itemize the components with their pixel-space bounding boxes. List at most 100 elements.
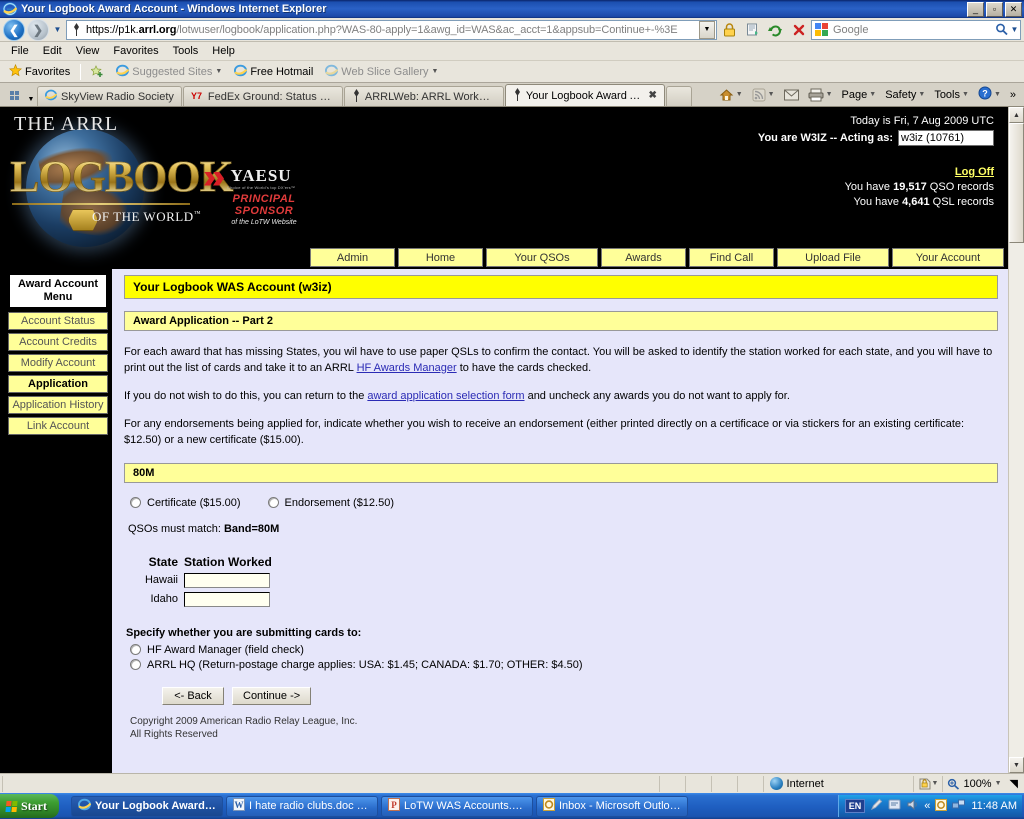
menu-help[interactable]: Help — [205, 44, 242, 58]
network-icon[interactable] — [952, 799, 966, 814]
browser-tab-arrlweb[interactable]: ARRLWeb: ARRL Worked All ... — [343, 86, 504, 106]
hf-award-manager-radio[interactable] — [130, 644, 141, 656]
show-hidden-icons-icon[interactable]: « — [924, 800, 930, 812]
command-bar-overflow-button[interactable]: » — [1006, 88, 1020, 102]
endorsement-radio[interactable] — [267, 497, 279, 509]
tools-menu-button[interactable]: Tools ▼ — [930, 88, 973, 102]
sidebar-item-link-account[interactable]: Link Account — [8, 417, 108, 436]
sidebar-item-modify-account[interactable]: Modify Account — [8, 354, 108, 373]
chevron-down-icon[interactable]: ▼ — [869, 91, 876, 98]
page-vertical-scrollbar[interactable]: ▲ ▼ — [1008, 107, 1024, 773]
taskbar-item-outlook[interactable]: Inbox - Microsoft Outlook — [536, 795, 688, 817]
acting-as-input[interactable]: w3iz (10761) — [898, 130, 994, 146]
chevron-down-icon[interactable]: ▼ — [994, 91, 1001, 98]
tab-list-dropdown-icon[interactable]: ▼ — [25, 96, 37, 103]
browser-tab-skyview[interactable]: SkyView Radio Society — [37, 86, 182, 106]
back-button[interactable]: ❮ — [3, 18, 25, 41]
nav-your-qsos[interactable]: Your QSOs — [486, 248, 598, 267]
page-menu-button[interactable]: Page ▼ — [838, 88, 881, 102]
language-indicator[interactable]: EN — [844, 799, 866, 813]
start-button[interactable]: Start — [0, 794, 59, 818]
continue-button[interactable]: Continue -> — [232, 686, 312, 705]
favbar-item-free-hotmail[interactable]: Free Hotmail — [229, 63, 318, 81]
home-button[interactable]: ▼ — [715, 87, 747, 103]
refresh-icon[interactable] — [765, 19, 786, 40]
close-tab-icon[interactable]: ✖ — [649, 90, 657, 101]
volume-icon[interactable] — [906, 798, 919, 814]
help-menu-button[interactable]: ? ▼ — [974, 85, 1005, 104]
safety-menu-button[interactable]: Safety ▼ — [881, 88, 929, 102]
chevron-down-icon[interactable]: ▼ — [432, 68, 439, 75]
tray-outlook-icon[interactable] — [935, 798, 948, 814]
chevron-down-icon[interactable]: ▼ — [932, 780, 939, 787]
recent-pages-dropdown-icon[interactable]: ▼ — [51, 21, 64, 39]
taskbar-item-internet-explorer[interactable]: Your Logbook Award ... — [71, 795, 223, 817]
menu-tools[interactable]: Tools — [166, 44, 206, 58]
search-box[interactable]: Google ▼ — [811, 19, 1021, 40]
resize-grip[interactable]: ◥ — [1006, 776, 1022, 792]
pen-icon[interactable] — [870, 798, 883, 814]
new-tab-button[interactable] — [665, 86, 692, 106]
search-go-icon[interactable] — [992, 23, 1010, 36]
compatibility-view-icon[interactable] — [742, 19, 763, 40]
menu-file[interactable]: File — [4, 44, 36, 58]
taskbar-item-word-document[interactable]: W I hate radio clubs.doc - ... — [226, 795, 378, 817]
chevron-down-icon[interactable]: ▼ — [768, 91, 775, 98]
clock[interactable]: 11:48 AM — [971, 800, 1017, 812]
security-zone[interactable]: Internet — [762, 775, 913, 792]
chevron-down-icon[interactable]: ▼ — [736, 91, 743, 98]
minimize-button[interactable]: _ — [967, 1, 984, 17]
tablet-input-icon[interactable] — [888, 798, 901, 814]
protected-mode-indicator[interactable]: ▼ — [912, 775, 943, 792]
chevron-down-icon[interactable]: ▼ — [826, 91, 833, 98]
menu-view[interactable]: View — [69, 44, 107, 58]
chevron-down-icon[interactable]: ▼ — [215, 68, 222, 75]
search-dropdown-icon[interactable]: ▼ — [1010, 21, 1019, 39]
station-worked-input-hawaii[interactable] — [184, 572, 270, 588]
taskbar-item-powerpoint[interactable]: P LoTW WAS Accounts.ppt — [381, 795, 533, 817]
favorites-button[interactable]: Favorites — [4, 63, 75, 81]
back-button[interactable]: <- Back — [162, 686, 224, 705]
sidebar-item-account-status[interactable]: Account Status — [8, 312, 108, 331]
stop-icon[interactable] — [788, 19, 809, 40]
zoom-control[interactable]: 100% ▼ — [942, 775, 1005, 792]
station-worked-input-idaho[interactable] — [184, 591, 270, 607]
nav-home[interactable]: Home — [398, 248, 483, 267]
chevron-down-icon[interactable]: ▼ — [962, 91, 969, 98]
scroll-down-button[interactable]: ▼ — [1009, 757, 1024, 773]
browser-tab-logbook-award-account[interactable]: Your Logbook Award Acc... ✖ — [504, 84, 665, 106]
chevron-down-icon[interactable]: ▼ — [995, 780, 1002, 787]
menu-favorites[interactable]: Favorites — [106, 44, 165, 58]
log-off-link[interactable]: Log Off — [330, 166, 994, 178]
award-application-selection-form-link[interactable]: award application selection form — [367, 390, 524, 402]
browser-tab-fedex[interactable]: Y7 FedEx Ground: Status of Shi... — [182, 86, 343, 106]
menu-edit[interactable]: Edit — [36, 44, 69, 58]
address-dropdown-button[interactable]: ▼ — [699, 20, 715, 39]
add-to-favorites-bar-icon[interactable] — [86, 64, 109, 79]
chevron-down-icon[interactable]: ▼ — [918, 91, 925, 98]
favbar-item-web-slice-gallery[interactable]: Web Slice Gallery ▼ — [320, 63, 443, 81]
scrollbar-track[interactable] — [1009, 243, 1024, 757]
hf-awards-manager-link[interactable]: HF Awards Manager — [357, 362, 457, 374]
nav-admin[interactable]: Admin — [310, 248, 395, 267]
forward-button[interactable]: ❯ — [27, 18, 49, 41]
nav-find-call[interactable]: Find Call — [689, 248, 774, 267]
certificate-radio[interactable] — [130, 497, 141, 509]
scrollbar-thumb[interactable] — [1009, 123, 1024, 243]
nav-upload-file[interactable]: Upload File — [777, 248, 889, 267]
read-mail-button[interactable] — [780, 88, 803, 102]
close-button[interactable]: ✕ — [1005, 1, 1022, 17]
feeds-button[interactable]: ▼ — [748, 87, 779, 103]
address-bar[interactable]: https://p1k.arrl.org/lotwuser/logbook/ap… — [66, 19, 717, 40]
nav-your-account[interactable]: Your Account — [892, 248, 1004, 267]
arrl-hq-radio[interactable] — [130, 659, 141, 671]
sidebar-item-application[interactable]: Application — [8, 375, 108, 394]
quick-tabs-icon[interactable] — [3, 86, 25, 105]
scroll-up-button[interactable]: ▲ — [1009, 107, 1024, 123]
maximize-button[interactable]: ▫ — [986, 1, 1003, 17]
favbar-item-suggested-sites[interactable]: Suggested Sites ▼ — [111, 63, 227, 81]
sidebar-item-application-history[interactable]: Application History — [8, 396, 108, 415]
print-button[interactable]: ▼ — [804, 87, 837, 103]
sidebar-item-account-credits[interactable]: Account Credits — [8, 333, 108, 352]
nav-awards[interactable]: Awards — [601, 248, 686, 267]
